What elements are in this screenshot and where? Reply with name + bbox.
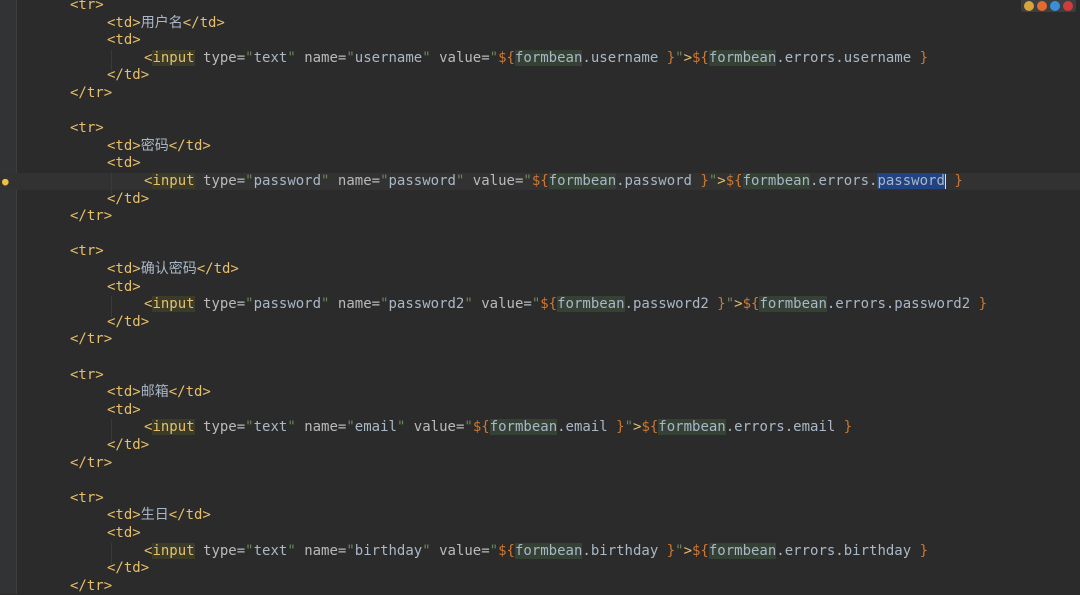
- code-line[interactable]: <td>密码</td>: [0, 138, 1080, 155]
- browser-icons-bar: [1021, 0, 1076, 12]
- code-line[interactable]: <tr>: [0, 367, 1080, 384]
- code-line[interactable]: <input type="text" name="username" value…: [0, 49, 1080, 67]
- code-line[interactable]: <input type="text" name="birthday" value…: [0, 542, 1080, 560]
- code-line[interactable]: [0, 349, 1080, 366]
- code-line[interactable]: <td>生日</td>: [0, 507, 1080, 524]
- code-line[interactable]: <tr>: [0, 243, 1080, 260]
- code-line[interactable]: </td>: [0, 67, 1080, 84]
- code-line[interactable]: [0, 226, 1080, 243]
- code-editor[interactable]: <tr> <td>用户名</td> <td> <input type="text" n…: [0, 0, 1080, 594]
- code-line[interactable]: <td>: [0, 155, 1080, 172]
- code-line[interactable]: <td>: [0, 402, 1080, 419]
- opera-icon[interactable]: [1063, 1, 1073, 11]
- indent-guide: [111, 542, 112, 564]
- code-line[interactable]: <td>确认密码</td>: [0, 261, 1080, 278]
- code-line[interactable]: <input type="password" name="password2" …: [0, 296, 1080, 313]
- code-line[interactable]: </tr>: [0, 331, 1080, 348]
- code-line[interactable]: </tr>: [0, 208, 1080, 225]
- code-line[interactable]: <td>: [0, 32, 1080, 49]
- code-line[interactable]: <td>: [0, 279, 1080, 296]
- code-line[interactable]: <tr>: [0, 120, 1080, 137]
- code-line[interactable]: </td>: [0, 314, 1080, 331]
- code-line[interactable]: <input type="text" name="email" value="$…: [0, 419, 1080, 436]
- chrome-icon[interactable]: [1024, 1, 1034, 11]
- code-line[interactable]: </tr>: [0, 578, 1080, 595]
- code-line[interactable]: <td>邮箱</td>: [0, 384, 1080, 401]
- lightbulb-icon[interactable]: ●: [2, 176, 12, 188]
- indent-guide: [111, 173, 112, 195]
- safari-icon[interactable]: [1050, 1, 1060, 11]
- code-line[interactable]: <td>: [0, 525, 1080, 542]
- indent-guide: [111, 419, 112, 441]
- code-line[interactable]: <input type="password" name="password" v…: [0, 173, 1080, 190]
- code-line[interactable]: [0, 472, 1080, 489]
- indent-guide: [111, 296, 112, 318]
- code-line[interactable]: </td>: [0, 560, 1080, 577]
- code-line[interactable]: </tr>: [0, 455, 1080, 472]
- code-line[interactable]: <tr>: [0, 490, 1080, 507]
- code-line[interactable]: [0, 103, 1080, 120]
- code-line[interactable]: </td>: [0, 437, 1080, 454]
- code-line[interactable]: <tr>: [0, 0, 1080, 14]
- firefox-icon[interactable]: [1037, 1, 1047, 11]
- code-line[interactable]: </tr>: [0, 85, 1080, 102]
- indent-guide: [111, 49, 112, 71]
- code-line[interactable]: </td>: [0, 191, 1080, 208]
- code-line[interactable]: <td>用户名</td>: [0, 15, 1080, 32]
